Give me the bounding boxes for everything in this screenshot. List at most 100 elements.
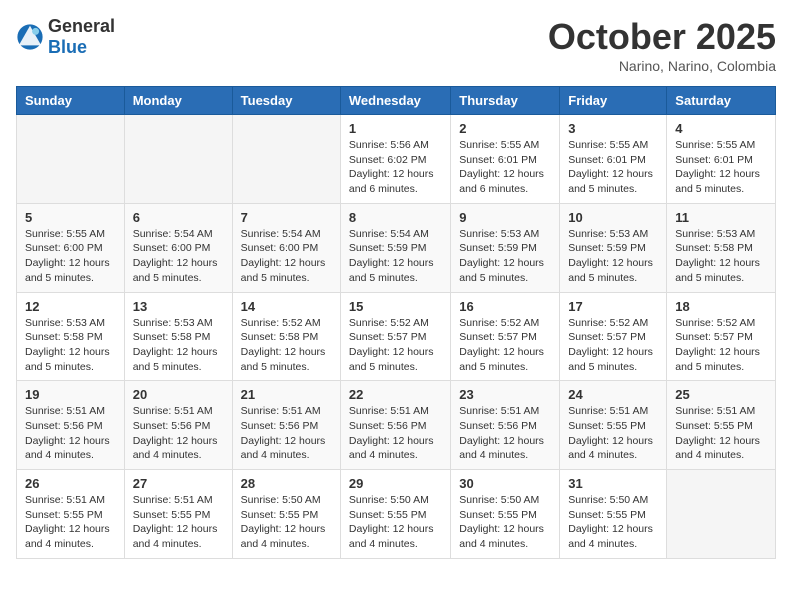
day-info: Sunrise: 5:50 AM Sunset: 5:55 PM Dayligh… [568, 493, 658, 552]
day-info: Sunrise: 5:52 AM Sunset: 5:58 PM Dayligh… [241, 316, 332, 375]
day-info: Sunrise: 5:54 AM Sunset: 5:59 PM Dayligh… [349, 227, 442, 286]
weekday-header-friday: Friday [560, 87, 667, 115]
calendar-cell: 25 Sunrise: 5:51 AM Sunset: 5:55 PM Dayli… [667, 381, 776, 470]
calendar-cell: 9 Sunrise: 5:53 AM Sunset: 5:59 PM Daylig… [451, 203, 560, 292]
calendar-cell: 12 Sunrise: 5:53 AM Sunset: 5:58 PM Dayli… [17, 292, 125, 381]
logo-general: General [48, 16, 115, 36]
day-info: Sunrise: 5:52 AM Sunset: 5:57 PM Dayligh… [568, 316, 658, 375]
calendar-cell: 10Sunrise: 5:53 AM Sunset: 5:59 PM Dayli… [560, 203, 667, 292]
weekday-header-saturday: Saturday [667, 87, 776, 115]
day-number: 21 [241, 387, 332, 402]
calendar-cell: 15Sunrise: 5:52 AM Sunset: 5:57 PM Dayli… [340, 292, 450, 381]
logo-icon [16, 23, 44, 51]
calendar-cell [232, 115, 340, 204]
calendar-cell: 31 Sunrise: 5:50 AM Sunset: 5:55 PM Dayli… [560, 470, 667, 559]
week-row-5: 26Sunrise: 5:51 AM Sunset: 5:55 PM Dayli… [17, 470, 776, 559]
day-number: 4 [675, 121, 767, 136]
day-info: Sunrise: 5:55 AM Sunset: 6:01 PM Dayligh… [568, 138, 658, 197]
day-info: Sunrise: 5:55 AM Sunset: 6:01 PM Dayligh… [675, 138, 767, 197]
week-row-3: 12 Sunrise: 5:53 AM Sunset: 5:58 PM Dayli… [17, 292, 776, 381]
day-info: Sunrise: 5:51 AM Sunset: 5:55 PM Dayligh… [568, 404, 658, 463]
day-info: Sunrise: 5:55 AM Sunset: 6:01 PM Dayligh… [459, 138, 551, 197]
calendar-cell: 16Sunrise: 5:52 AM Sunset: 5:57 PM Dayli… [451, 292, 560, 381]
day-number: 19 [25, 387, 116, 402]
calendar-cell: 26Sunrise: 5:51 AM Sunset: 5:55 PM Dayli… [17, 470, 125, 559]
day-info: Sunrise: 5:53 AM Sunset: 5:59 PM Dayligh… [568, 227, 658, 286]
day-info: Sunrise: 5:51 AM Sunset: 5:56 PM Dayligh… [459, 404, 551, 463]
calendar-cell: 17Sunrise: 5:52 AM Sunset: 5:57 PM Dayli… [560, 292, 667, 381]
day-number: 25 [675, 387, 767, 402]
day-info: Sunrise: 5:51 AM Sunset: 5:56 PM Dayligh… [133, 404, 224, 463]
calendar-cell: 22 Sunrise: 5:51 AM Sunset: 5:56 PM Dayli… [340, 381, 450, 470]
day-number: 1 [349, 121, 442, 136]
day-number: 9 [459, 210, 551, 225]
day-number: 8 [349, 210, 442, 225]
day-number: 22 [349, 387, 442, 402]
weekday-header-tuesday: Tuesday [232, 87, 340, 115]
day-info: Sunrise: 5:53 AM Sunset: 5:58 PM Dayligh… [25, 316, 116, 375]
day-number: 20 [133, 387, 224, 402]
calendar-cell: 28Sunrise: 5:50 AM Sunset: 5:55 PM Dayli… [232, 470, 340, 559]
weekday-header-sunday: Sunday [17, 87, 125, 115]
weekday-header-monday: Monday [124, 87, 232, 115]
day-info: Sunrise: 5:53 AM Sunset: 5:58 PM Dayligh… [133, 316, 224, 375]
day-info: Sunrise: 5:54 AM Sunset: 6:00 PM Dayligh… [133, 227, 224, 286]
calendar-cell: 30 Sunrise: 5:50 AM Sunset: 5:55 PM Dayli… [451, 470, 560, 559]
day-info: Sunrise: 5:51 AM Sunset: 5:55 PM Dayligh… [25, 493, 116, 552]
day-info: Sunrise: 5:53 AM Sunset: 5:58 PM Dayligh… [675, 227, 767, 286]
day-info: Sunrise: 5:53 AM Sunset: 5:59 PM Dayligh… [459, 227, 551, 286]
day-number: 29 [349, 476, 442, 491]
calendar-table: SundayMondayTuesdayWednesdayThursdayFrid… [16, 86, 776, 559]
weekday-header-thursday: Thursday [451, 87, 560, 115]
day-number: 14 [241, 299, 332, 314]
calendar-cell: 19Sunrise: 5:51 AM Sunset: 5:56 PM Dayli… [17, 381, 125, 470]
logo: General Blue [16, 16, 115, 58]
calendar-cell: 7 Sunrise: 5:54 AM Sunset: 6:00 PM Daylig… [232, 203, 340, 292]
day-number: 31 [568, 476, 658, 491]
calendar-cell: 24Sunrise: 5:51 AM Sunset: 5:55 PM Dayli… [560, 381, 667, 470]
day-number: 3 [568, 121, 658, 136]
calendar-cell: 29Sunrise: 5:50 AM Sunset: 5:55 PM Dayli… [340, 470, 450, 559]
day-number: 7 [241, 210, 332, 225]
day-number: 23 [459, 387, 551, 402]
week-row-2: 5 Sunrise: 5:55 AM Sunset: 6:00 PM Daylig… [17, 203, 776, 292]
day-info: Sunrise: 5:54 AM Sunset: 6:00 PM Dayligh… [241, 227, 332, 286]
calendar-cell: 23 Sunrise: 5:51 AM Sunset: 5:56 PM Dayli… [451, 381, 560, 470]
day-number: 27 [133, 476, 224, 491]
day-info: Sunrise: 5:50 AM Sunset: 5:55 PM Dayligh… [241, 493, 332, 552]
page-header: General Blue October 2025 Narino, Narino… [16, 16, 776, 74]
calendar-cell: 3 Sunrise: 5:55 AM Sunset: 6:01 PM Daylig… [560, 115, 667, 204]
logo-text: General Blue [48, 16, 115, 58]
calendar-cell: 20 Sunrise: 5:51 AM Sunset: 5:56 PM Dayli… [124, 381, 232, 470]
day-info: Sunrise: 5:52 AM Sunset: 5:57 PM Dayligh… [459, 316, 551, 375]
week-row-4: 19 Sunrise: 5:51 AM Sunset: 5:56 PM Dayli… [17, 381, 776, 470]
calendar-cell: 6Sunrise: 5:54 AM Sunset: 6:00 PM Daylig… [124, 203, 232, 292]
day-info: Sunrise: 5:56 AM Sunset: 6:02 PM Dayligh… [349, 138, 442, 197]
logo-blue: Blue [48, 37, 87, 57]
day-number: 5 [25, 210, 116, 225]
day-number: 18 [675, 299, 767, 314]
location-subtitle: Narino, Narino, Colombia [548, 58, 776, 74]
title-block: October 2025 Narino, Narino, Colombia [548, 16, 776, 74]
day-number: 15 [349, 299, 442, 314]
day-info: Sunrise: 5:50 AM Sunset: 5:55 PM Dayligh… [459, 493, 551, 552]
calendar-cell [124, 115, 232, 204]
calendar-cell: 27Sunrise: 5:51 AM Sunset: 5:55 PM Dayli… [124, 470, 232, 559]
calendar-cell: 14 Sunrise: 5:52 AM Sunset: 5:58 PM Dayli… [232, 292, 340, 381]
day-info: Sunrise: 5:51 AM Sunset: 5:55 PM Dayligh… [675, 404, 767, 463]
calendar-cell [17, 115, 125, 204]
calendar-cell [667, 470, 776, 559]
day-number: 12 [25, 299, 116, 314]
calendar-cell: 11Sunrise: 5:53 AM Sunset: 5:58 PM Dayli… [667, 203, 776, 292]
calendar-cell: 13 Sunrise: 5:53 AM Sunset: 5:58 PM Dayli… [124, 292, 232, 381]
day-number: 13 [133, 299, 224, 314]
calendar-cell: 8 Sunrise: 5:54 AM Sunset: 5:59 PM Daylig… [340, 203, 450, 292]
day-number: 30 [459, 476, 551, 491]
calendar-cell: 18Sunrise: 5:52 AM Sunset: 5:57 PM Dayli… [667, 292, 776, 381]
calendar-cell: 5 Sunrise: 5:55 AM Sunset: 6:00 PM Daylig… [17, 203, 125, 292]
day-number: 2 [459, 121, 551, 136]
month-title: October 2025 [548, 16, 776, 58]
day-info: Sunrise: 5:51 AM Sunset: 5:56 PM Dayligh… [349, 404, 442, 463]
weekday-header-wednesday: Wednesday [340, 87, 450, 115]
day-info: Sunrise: 5:55 AM Sunset: 6:00 PM Dayligh… [25, 227, 116, 286]
